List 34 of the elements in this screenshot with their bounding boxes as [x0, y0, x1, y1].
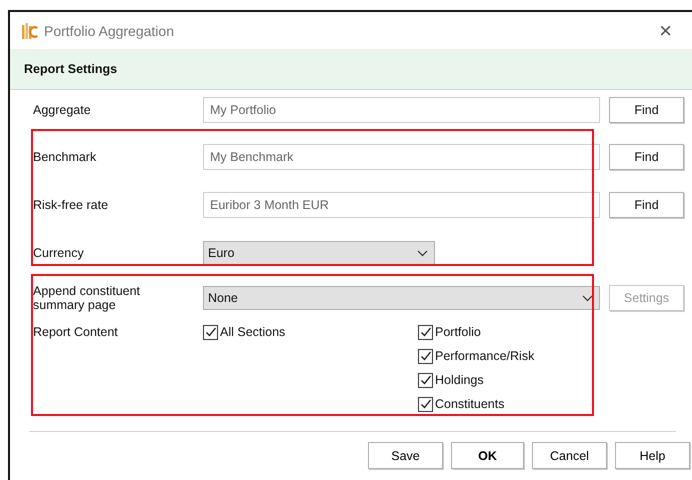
checkbox[interactable] — [418, 348, 433, 364]
checkbox-label[interactable]: Constituents — [435, 397, 504, 411]
chevron-down-icon — [417, 250, 428, 256]
window-title: Portfolio Aggregation — [44, 22, 174, 38]
find-button[interactable]: Find — [609, 192, 684, 218]
checkbox[interactable] — [418, 396, 433, 412]
field-label: Report Content — [33, 324, 119, 339]
field-label: Append constituent summary page — [33, 284, 142, 312]
checkbox-label[interactable]: Holdings — [435, 373, 484, 387]
dialog-button[interactable]: Cancel — [532, 442, 607, 469]
checkbox-label[interactable]: Portfolio — [435, 325, 481, 339]
close-button[interactable]: × — [659, 20, 672, 42]
dropdown[interactable]: Euro — [203, 241, 435, 265]
logo-icon — [21, 22, 39, 40]
checkbox[interactable] — [418, 324, 433, 340]
checkbox-label[interactable]: Performance/Risk — [435, 349, 534, 363]
checkbox[interactable] — [203, 324, 218, 340]
field-label: Currency — [33, 246, 85, 260]
chevron-down-icon — [582, 294, 593, 302]
section-title: Report Settings — [24, 62, 118, 76]
field-label: Aggregate — [33, 103, 92, 117]
checkbox[interactable] — [418, 372, 433, 388]
text-field[interactable]: Euribor 3 Month EUR — [203, 192, 600, 218]
find-button[interactable]: Find — [609, 97, 684, 123]
checkbox-label[interactable]: All Sections — [220, 325, 286, 339]
dropdown[interactable]: None — [203, 286, 600, 310]
text-field[interactable]: My Benchmark — [203, 144, 600, 170]
dialog-button[interactable]: Save — [368, 442, 443, 469]
text-field[interactable]: My Portfolio — [203, 97, 600, 123]
field-label: Risk-free rate — [33, 198, 110, 212]
dialog-button[interactable]: OK — [451, 442, 524, 469]
find-button[interactable]: Find — [609, 144, 684, 170]
field-label: Benchmark — [33, 150, 98, 164]
dialog-button[interactable]: Help — [615, 442, 690, 469]
